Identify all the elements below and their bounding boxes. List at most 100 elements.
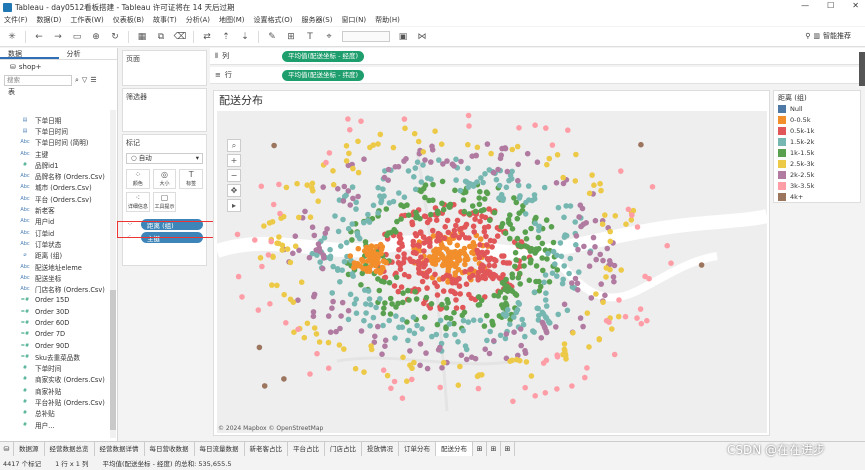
delivery-point[interactable] <box>439 178 446 185</box>
field-item[interactable]: # 下单时间 <box>0 363 110 374</box>
delivery-point[interactable] <box>533 263 540 269</box>
delivery-point[interactable] <box>516 301 523 307</box>
delivery-point[interactable] <box>370 202 377 209</box>
delivery-point[interactable] <box>392 335 398 341</box>
delivery-point[interactable] <box>405 287 411 294</box>
delivery-point[interactable] <box>380 258 387 264</box>
delivery-point[interactable] <box>600 257 606 264</box>
size-button[interactable]: ◎ 大小 <box>152 169 177 189</box>
delivery-point[interactable] <box>259 263 265 270</box>
delivery-point[interactable] <box>516 125 522 131</box>
delivery-point[interactable] <box>484 312 490 319</box>
delivery-point[interactable] <box>279 247 285 253</box>
delivery-point[interactable] <box>603 274 609 280</box>
columns-pill[interactable]: 平均值(配送坐标 - 经度) <box>282 50 365 62</box>
delivery-point[interactable] <box>381 305 387 311</box>
delivery-point[interactable] <box>489 244 495 250</box>
menu-item[interactable]: 分析(A) <box>186 15 210 25</box>
delivery-point[interactable] <box>306 254 313 261</box>
delivery-point[interactable] <box>553 180 560 186</box>
delivery-point[interactable] <box>333 328 339 335</box>
delivery-point[interactable] <box>522 229 529 235</box>
delivery-point[interactable] <box>561 214 567 221</box>
delivery-point[interactable] <box>464 255 470 262</box>
delivery-point[interactable] <box>345 225 352 232</box>
delivery-point[interactable] <box>345 307 352 314</box>
delivery-point[interactable] <box>349 184 356 190</box>
delivery-point[interactable] <box>477 317 484 324</box>
delivery-point[interactable] <box>399 395 406 402</box>
delivery-point[interactable] <box>316 339 323 345</box>
delivery-point[interactable] <box>543 290 549 296</box>
delivery-point[interactable] <box>258 183 265 190</box>
delivery-point[interactable] <box>517 193 523 199</box>
side-panel-tab[interactable] <box>859 52 865 86</box>
delivery-point[interactable] <box>418 179 425 185</box>
delivery-point[interactable] <box>607 238 614 245</box>
delivery-point[interactable] <box>382 337 389 344</box>
delivery-point[interactable] <box>411 330 418 337</box>
delivery-point[interactable] <box>443 314 450 321</box>
delivery-point[interactable] <box>511 314 517 320</box>
delivery-point[interactable] <box>418 254 424 260</box>
delivery-point[interactable] <box>509 271 515 277</box>
minimize-icon[interactable]: — <box>801 1 809 10</box>
delivery-point[interactable] <box>493 257 499 264</box>
delivery-point[interactable] <box>433 217 440 223</box>
delivery-point[interactable] <box>347 253 354 259</box>
delivery-point[interactable] <box>517 281 523 287</box>
legend-item[interactable]: 1k-1.5k <box>774 147 860 158</box>
delivery-point[interactable] <box>404 202 410 208</box>
delivery-point[interactable] <box>368 346 375 353</box>
tableau-logo-icon[interactable]: ✳ <box>6 31 18 43</box>
group-icon[interactable]: ⊞ <box>285 31 297 43</box>
delivery-point[interactable] <box>453 222 459 229</box>
delivery-point[interactable] <box>475 249 481 255</box>
mark-type-dropdown[interactable]: ○ 自动 ▾ <box>126 153 203 164</box>
delivery-point[interactable] <box>475 385 482 392</box>
tab-data[interactable]: 数据 <box>0 48 59 59</box>
delivery-point[interactable] <box>361 317 367 324</box>
field-item[interactable]: =# Sku去重菜品数 <box>0 351 110 362</box>
delivery-point[interactable] <box>367 323 373 329</box>
delivery-point[interactable] <box>496 182 503 189</box>
field-item[interactable]: =# Order 90D <box>0 340 110 351</box>
delivery-point[interactable] <box>358 328 365 334</box>
delivery-point[interactable] <box>389 301 395 307</box>
delivery-point[interactable] <box>330 168 336 174</box>
delivery-point[interactable] <box>531 329 537 335</box>
menu-item[interactable]: 窗口(N) <box>341 15 366 25</box>
delivery-point[interactable] <box>437 317 444 324</box>
delivery-point[interactable] <box>528 373 535 379</box>
delivery-point[interactable] <box>446 321 453 327</box>
delivery-point[interactable] <box>623 221 629 227</box>
delivery-point[interactable] <box>294 180 300 187</box>
delivery-point[interactable] <box>561 263 567 269</box>
field-item[interactable]: ▤ 下单日期 <box>0 114 110 125</box>
delivery-point[interactable] <box>580 323 586 330</box>
delivery-point[interactable] <box>409 219 415 225</box>
delivery-point[interactable] <box>413 250 419 257</box>
delivery-point[interactable] <box>592 217 599 224</box>
delivery-point[interactable] <box>486 262 493 269</box>
delivery-point[interactable] <box>611 351 618 358</box>
delivery-point[interactable] <box>499 253 505 259</box>
delivery-point[interactable] <box>379 351 385 357</box>
delivery-point[interactable] <box>335 267 341 273</box>
delivery-point[interactable] <box>341 346 347 352</box>
delivery-point[interactable] <box>346 150 352 157</box>
pin-icon[interactable]: ⌖ <box>323 31 335 43</box>
delivery-point[interactable] <box>513 356 520 363</box>
delivery-point[interactable] <box>459 312 466 319</box>
delivery-point[interactable] <box>500 311 507 317</box>
delivery-point[interactable] <box>338 243 344 249</box>
delivery-point[interactable] <box>543 329 550 336</box>
delivery-point[interactable] <box>477 236 484 242</box>
delivery-point[interactable] <box>527 248 534 254</box>
legend-item[interactable]: 3k-3.5k <box>774 180 860 191</box>
delivery-point[interactable] <box>401 194 408 200</box>
legend-item[interactable]: 2k-2.5k <box>774 169 860 180</box>
sort-asc-icon[interactable]: ⇡ <box>220 31 232 43</box>
delivery-point[interactable] <box>528 225 534 232</box>
save-icon[interactable]: ▭ <box>71 31 83 43</box>
